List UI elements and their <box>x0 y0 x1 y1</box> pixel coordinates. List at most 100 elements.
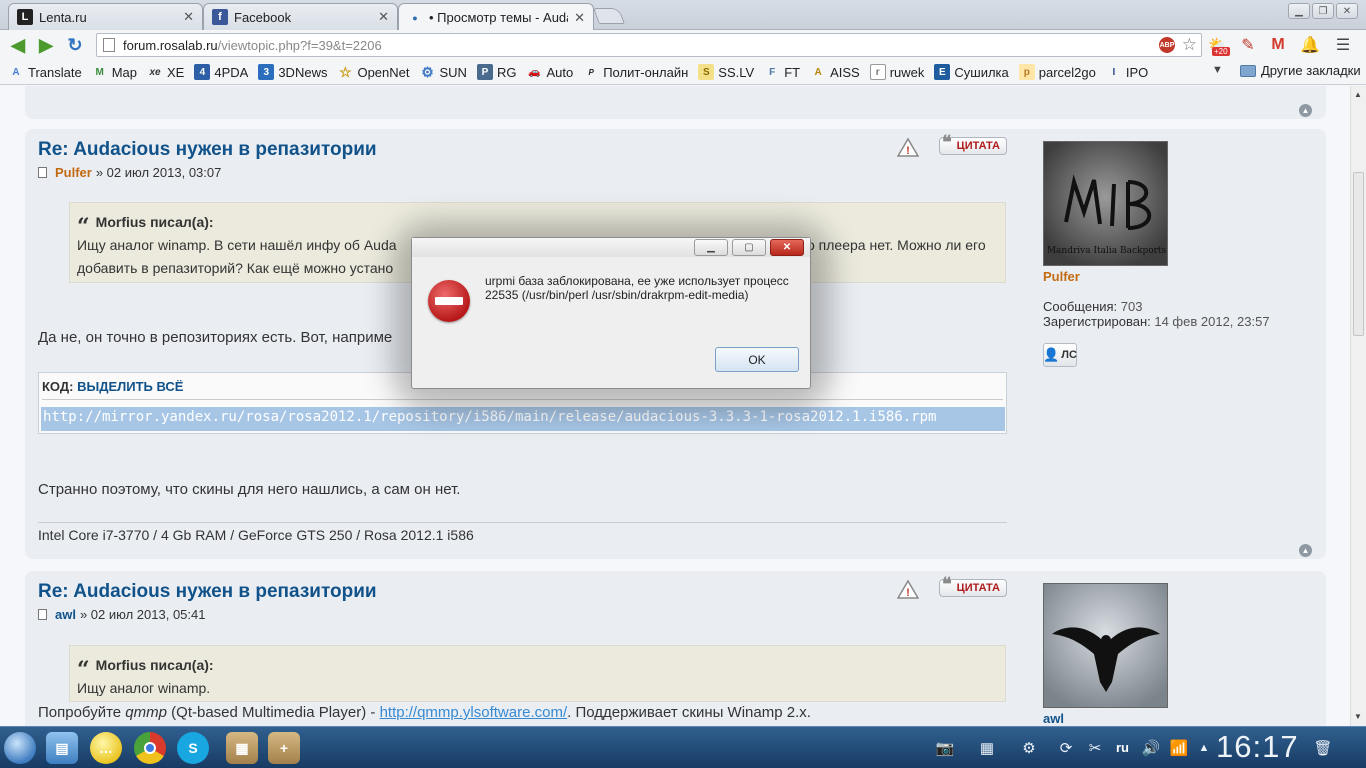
star-icon: ☆ <box>339 63 352 80</box>
post-author[interactable]: Pulfer <box>55 165 92 180</box>
private-message-button[interactable]: 👤 ЛС <box>1043 343 1077 367</box>
post-title[interactable]: Re: Audacious нужен в репазитории <box>38 139 377 161</box>
qmmp-link[interactable]: http://qmmp.ylsoftware.com/ <box>380 704 568 721</box>
dialog-minimize-icon[interactable]: ▁ <box>694 239 728 256</box>
bookmark-sslv[interactable]: S SS.LV <box>698 64 754 80</box>
settings-icon[interactable]: ⚙ <box>1014 737 1044 759</box>
bookmark-ft[interactable]: F FT <box>764 64 800 80</box>
chrome-icon[interactable] <box>134 732 166 764</box>
bookmark-sun[interactable]: ⚙ SUN <box>420 64 467 80</box>
scroll-up-icon[interactable]: ▲ <box>1354 90 1362 99</box>
update-icon[interactable]: ⟳ <box>1055 737 1077 759</box>
avatar[interactable]: Mandriva Italia Backports <box>1043 141 1168 266</box>
tab-lenta[interactable]: L Lenta.ru ✕ <box>8 3 203 30</box>
warning-icon: ! <box>897 137 919 157</box>
new-tab-button[interactable] <box>593 8 625 24</box>
bookmark-sushilka[interactable]: E Сушилка <box>934 64 1009 80</box>
registered-label: Зарегистрирован: <box>1043 314 1151 329</box>
chevron-down-icon[interactable]: ▼ <box>1212 64 1223 76</box>
skype-icon[interactable]: S <box>177 732 209 764</box>
tab-close-icon[interactable]: ✕ <box>378 9 389 25</box>
page-scrollbar[interactable]: ▲ ▼ <box>1350 86 1366 726</box>
wifi-icon[interactable]: 📶 <box>1168 737 1190 759</box>
forward-arrow-icon[interactable]: ▶ <box>35 34 57 56</box>
close-window-icon[interactable]: ✕ <box>1336 3 1358 19</box>
other-bookmarks[interactable]: Другие закладки <box>1240 63 1361 78</box>
post-author[interactable]: awl <box>55 607 76 622</box>
ok-button[interactable]: OK <box>715 347 799 372</box>
bookmark-label: 4PDA <box>214 64 249 80</box>
bookmark-star-icon[interactable]: ☆ <box>1182 35 1197 55</box>
avatar[interactable] <box>1043 583 1168 708</box>
menu-icon[interactable]: ☰ <box>1333 35 1353 55</box>
quote-button[interactable]: ЦИТАТА <box>939 574 1007 597</box>
back-to-top-icon[interactable]: ▲ <box>1299 544 1312 557</box>
tab-close-icon[interactable]: ✕ <box>183 9 194 25</box>
report-button[interactable]: ! <box>897 137 919 157</box>
scrollbar-thumb[interactable] <box>1353 172 1364 336</box>
file-manager-icon[interactable]: ▤ <box>46 732 78 764</box>
tab-forum-active[interactable]: ● • Просмотр темы - Audac ✕ <box>398 3 594 31</box>
sushilka-icon: E <box>934 64 951 80</box>
tools-extension-icon[interactable]: ✎ <box>1238 35 1258 55</box>
scroll-down-icon[interactable]: ▼ <box>1354 712 1362 721</box>
post-icon[interactable] <box>38 609 47 620</box>
bookmark-rg[interactable]: P RG <box>476 64 516 80</box>
text-part: Попробуйте <box>38 704 126 721</box>
minimize-icon[interactable]: ▁ <box>1288 3 1310 19</box>
bookmark-aiss[interactable]: A AISS <box>810 64 859 80</box>
trash-icon[interactable]: 🗑 <box>1310 737 1336 759</box>
bookmark-auto[interactable]: 🚗 Auto <box>526 64 573 80</box>
bookmark-3dnews[interactable]: 3 3DNews <box>258 64 327 80</box>
bookmark-label: Auto <box>546 64 574 80</box>
warning-icon: ! <box>897 579 919 599</box>
tray-expand-icon[interactable]: ▲ <box>1193 737 1215 759</box>
volume-icon[interactable]: 🔊 <box>1140 737 1162 759</box>
clock[interactable]: 16:17 <box>1216 729 1299 765</box>
bookmark-polit[interactable]: P Полит-онлайн <box>583 64 689 80</box>
package-add-icon[interactable]: + <box>268 732 300 764</box>
chat-icon[interactable]: … <box>90 732 122 764</box>
parcel-icon: p <box>1018 64 1035 80</box>
bookmark-map[interactable]: M Map <box>92 64 137 80</box>
back-to-top-icon[interactable]: ▲ <box>1299 104 1312 117</box>
report-button[interactable]: ! <box>897 579 919 599</box>
bookmark-opennet[interactable]: ☆ OpenNet <box>337 64 409 80</box>
profile-name[interactable]: awl <box>1043 711 1064 726</box>
bookmark-4pda[interactable]: 4 4PDA <box>194 64 248 80</box>
bookmark-xe[interactable]: xe XE <box>147 64 184 80</box>
select-all-link[interactable]: ВЫДЕЛИТЬ ВСЁ <box>77 379 183 394</box>
pm-label: ЛС <box>1061 349 1077 361</box>
keyboard-layout[interactable]: ru <box>1116 740 1129 755</box>
adblock-icon[interactable]: ABP <box>1159 37 1175 53</box>
back-arrow-icon[interactable]: ◀ <box>7 34 29 56</box>
profile-registered: Зарегистрирован: 14 фев 2012, 23:57 <box>1043 314 1270 329</box>
screenshot-icon[interactable]: 📷 <box>930 737 960 759</box>
gmail-icon[interactable]: M <box>1268 35 1288 55</box>
restore-icon[interactable]: ❐ <box>1312 3 1334 19</box>
tab-close-icon[interactable]: ✕ <box>574 10 585 26</box>
bookmark-translate[interactable]: A Translate <box>8 64 81 80</box>
start-menu-icon[interactable] <box>4 732 36 764</box>
quote-button[interactable]: ЦИТАТА <box>939 132 1007 155</box>
post-title[interactable]: Re: Audacious нужен в репазитории <box>38 581 377 603</box>
profile-name[interactable]: Pulfer <box>1043 269 1080 284</box>
bookmark-ruwek[interactable]: r ruwek <box>869 64 924 80</box>
address-bar[interactable]: forum.rosalab.ru/viewtopic.php?f=39&t=22… <box>96 33 1202 57</box>
dialog-maximize-icon[interactable]: ▢ <box>732 239 766 256</box>
desktops-icon[interactable]: ▦ <box>972 737 1002 759</box>
dialog-close-icon[interactable]: ✕ <box>770 239 804 256</box>
reload-icon[interactable]: ↻ <box>64 34 86 56</box>
tab-facebook[interactable]: f Facebook ✕ <box>203 3 398 30</box>
notification-bell-icon[interactable]: 🔔 <box>1300 35 1320 55</box>
bookmark-ipo[interactable]: I IPO <box>1106 64 1148 80</box>
bookmark-label: 3DNews <box>278 64 328 80</box>
folder-icon: F <box>769 66 776 78</box>
post-icon[interactable] <box>38 167 47 178</box>
package-manager-icon[interactable]: ▦ <box>226 732 258 764</box>
bookmarks-bar: A Translate M Map xe XE 4 4PDA 3 3DNews ☆ Open… <box>0 60 1366 85</box>
post-text: Попробуйте qmmp (Qt-based Multimedia Pla… <box>38 704 811 721</box>
clipboard-icon[interactable]: ✂ <box>1084 737 1106 759</box>
dialog-titlebar[interactable]: ▁ ▢ ✕ <box>412 238 810 257</box>
bookmark-parcel2go[interactable]: p parcel2go <box>1018 64 1096 80</box>
